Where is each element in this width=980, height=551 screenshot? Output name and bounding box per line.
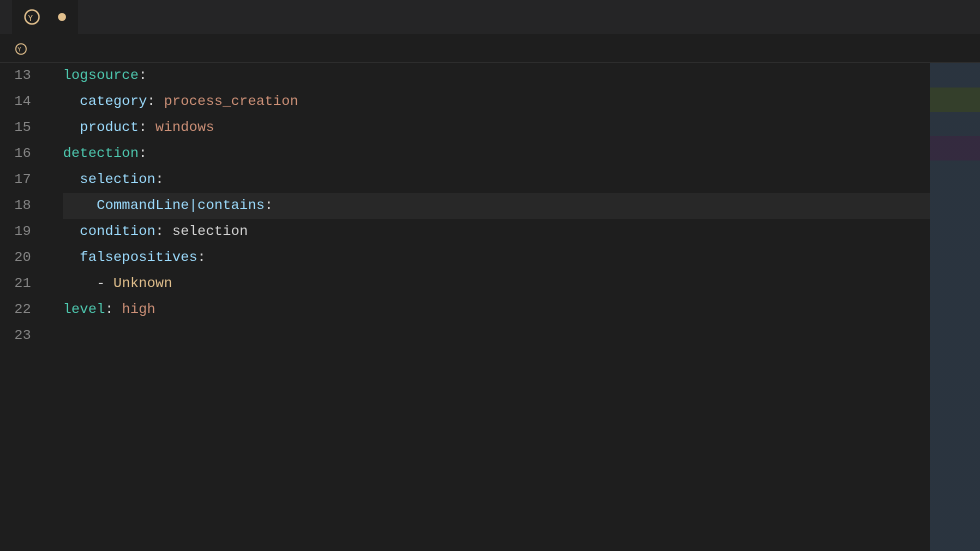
tab-modified-dot (58, 13, 66, 21)
token: : (265, 193, 273, 219)
code-line: selection: (63, 167, 980, 193)
line-number: 17 (0, 167, 43, 193)
token: : (197, 245, 205, 271)
token: category (63, 89, 147, 115)
editor-area: 1314151617181920212223 logsource: catego… (0, 63, 980, 551)
token: condition (63, 219, 155, 245)
minimap[interactable] (930, 63, 980, 551)
line-number: 18 (0, 193, 43, 219)
token: windows (147, 115, 214, 141)
code-line: CommandLine|contains: (63, 193, 980, 219)
svg-text:Y: Y (28, 14, 33, 23)
token: detection (63, 141, 139, 167)
token: product (63, 115, 139, 141)
code-line (63, 323, 980, 349)
code-line: product: windows (63, 115, 980, 141)
token: level (63, 297, 105, 323)
tab-testrule[interactable]: Y (12, 0, 78, 35)
code-line: falsepositives: (63, 245, 980, 271)
line-number: 14 (0, 89, 43, 115)
code-line: category: process_creation (63, 89, 980, 115)
line-number: 21 (0, 271, 43, 297)
line-number: 23 (0, 323, 43, 349)
token: selection (63, 167, 155, 193)
line-number: 16 (0, 141, 43, 167)
token: : (139, 141, 147, 167)
token: : (147, 89, 155, 115)
code-content[interactable]: logsource: category: process_creation pr… (55, 63, 980, 551)
line-numbers-gutter: 1314151617181920212223 (0, 63, 55, 551)
code-line: level: high (63, 297, 980, 323)
token: : (105, 297, 113, 323)
breadcrumb-file-icon: Y (14, 42, 28, 56)
token: falsepositives (63, 245, 197, 271)
svg-text:Y: Y (18, 46, 22, 53)
line-number: 15 (0, 115, 43, 141)
title-bar: Y (0, 0, 980, 35)
token: process_creation (155, 89, 298, 115)
code-line: - Unknown (63, 271, 980, 297)
token: CommandLine|contains (63, 193, 265, 219)
token: : (139, 115, 147, 141)
token: : (155, 219, 163, 245)
breadcrumb-bar: Y (0, 35, 980, 63)
code-line: condition: selection (63, 219, 980, 245)
token: Unknown (113, 271, 172, 297)
token: high (113, 297, 155, 323)
token: : (155, 167, 163, 193)
token: - (63, 271, 113, 297)
line-number: 13 (0, 63, 43, 89)
code-line: logsource: (63, 63, 980, 89)
token: logsource (63, 63, 139, 89)
minimap-content (930, 63, 980, 551)
token: selection (164, 219, 248, 245)
code-line: detection: (63, 141, 980, 167)
line-number: 20 (0, 245, 43, 271)
line-number: 22 (0, 297, 43, 323)
line-number: 19 (0, 219, 43, 245)
yaml-file-icon: Y (24, 9, 40, 25)
token: : (139, 63, 147, 89)
